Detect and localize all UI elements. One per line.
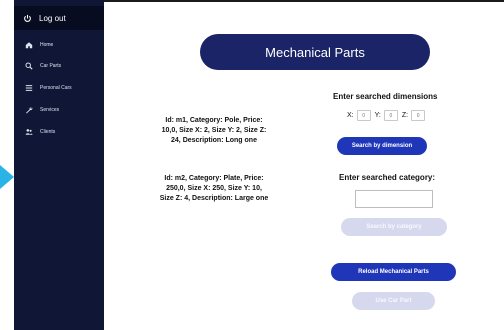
users-icon (25, 128, 33, 136)
x-label: X: (347, 112, 354, 119)
reload-mechanical-parts-button[interactable]: Reload Mechanical Parts (331, 263, 456, 281)
sidebar-item-label: Home (40, 42, 54, 48)
sidebar-item-label: Car Parts (40, 63, 62, 69)
search-by-category-button[interactable]: Search by category (341, 218, 447, 236)
logout-button[interactable]: Log out (14, 6, 104, 30)
sidebar-item-label: Clients (40, 129, 56, 135)
sidebar-item-clients[interactable]: Clients (14, 125, 104, 139)
sidebar-item-label: Personal Cars (40, 85, 72, 91)
use-car-part-button[interactable]: Use Car Part (352, 292, 435, 310)
page-title: Mechanical Parts (200, 34, 430, 70)
category-input[interactable] (355, 190, 433, 208)
dimension-inputs: X: 0 Y: 0 Z: 0 (347, 110, 429, 121)
y-field[interactable]: 0 (383, 110, 398, 121)
x-field[interactable]: 0 (356, 110, 371, 121)
dimension-heading: Enter searched dimensions (333, 92, 438, 101)
sidebar: Log out Home Car Parts Personal Cars Ser (14, 0, 104, 330)
category-heading: Enter searched category: (339, 173, 436, 182)
sidebar-item-services[interactable]: Services (14, 103, 104, 117)
sidebar-item-personal-cars[interactable]: Personal Cars (14, 81, 104, 95)
y-label: Y: (374, 112, 381, 119)
list-item: Id: m2, Category: Plate, Price: 250,0, S… (159, 175, 269, 202)
wrench-icon (25, 106, 33, 114)
home-icon (25, 41, 33, 49)
z-field[interactable]: 0 (411, 110, 426, 121)
search-icon (25, 62, 33, 70)
app-window: Log out Home Car Parts Personal Cars Ser (0, 0, 504, 330)
expand-arrow-icon[interactable] (0, 165, 14, 189)
power-icon (23, 14, 32, 23)
logout-label: Log out (39, 13, 66, 23)
list-item: Id: m1, Category: Pole, Price: 10,0, Siz… (161, 117, 267, 144)
sidebar-item-home[interactable]: Home (14, 38, 104, 52)
list-icon (25, 84, 33, 92)
sidebar-item-car-parts[interactable]: Car Parts (14, 59, 104, 73)
search-by-dimension-button[interactable]: Search by dimension (337, 137, 427, 155)
top-border (104, 0, 504, 2)
sidebar-item-label: Services (40, 107, 60, 113)
z-label: Z: (401, 112, 409, 119)
